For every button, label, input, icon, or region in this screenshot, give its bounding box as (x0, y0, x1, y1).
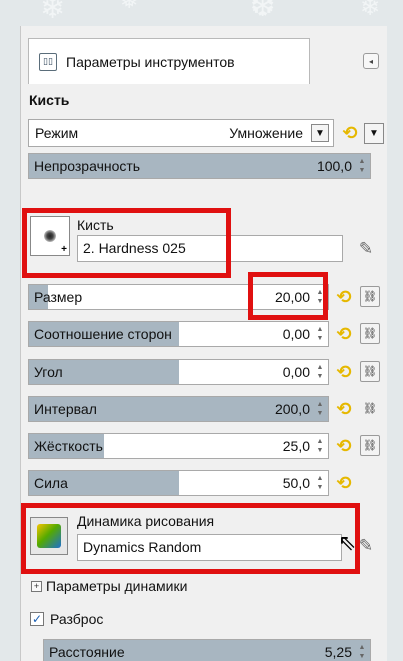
opacity-label: Непрозрачность (34, 158, 141, 174)
opacity-value: 100,0 (316, 158, 352, 174)
reset-aspect-icon[interactable]: ⟲ (334, 324, 354, 344)
spin-arrows-icon[interactable]: ▲ ▼ (314, 400, 326, 418)
chevron-down-icon[interactable]: ▼ (311, 124, 329, 142)
size-label: Размер (34, 289, 83, 305)
hardness-value: 25,0 (282, 438, 310, 454)
spin-arrows-icon[interactable]: ▲ ▼ (314, 437, 326, 455)
link-dynamics-icon[interactable]: ⛓ (360, 286, 380, 307)
scatter-checkbox[interactable]: ✓ Разброс (30, 611, 103, 627)
snowflake-decoration: ❅ (120, 0, 139, 13)
snowflake-decoration: ❆ (250, 0, 276, 23)
reset-mode-icon[interactable]: ⟲ (340, 123, 360, 143)
tab-title: Параметры инструментов (66, 53, 235, 70)
force-slider[interactable]: Сила 50,0 ▲ ▼ (28, 470, 329, 496)
reset-force-icon[interactable]: ⟲ (334, 473, 354, 493)
expand-plus-icon: + (31, 580, 42, 592)
snowflake-decoration: ❄ (40, 0, 66, 25)
opacity-slider[interactable]: Непрозрачность 100,0 ▲ ▼ (28, 153, 371, 179)
aspect-value: 0,00 (282, 326, 310, 342)
dynamics-highlight-box (21, 503, 360, 574)
spin-arrows-icon[interactable]: ▲ ▼ (356, 643, 368, 661)
link-dynamics-icon[interactable]: ⛓ (360, 398, 380, 419)
aspect-label: Соотношение сторон (34, 326, 172, 342)
options-body: Кисть Режим Умножение ▼ ⟲ ▼ Непрозрачнос… (20, 84, 387, 661)
link-dynamics-icon[interactable]: ⛓ (360, 361, 380, 382)
panel-menu-icon[interactable]: ◂ (363, 53, 379, 69)
reset-angle-icon[interactable]: ⟲ (334, 362, 354, 382)
spin-arrows-icon[interactable]: ▲ ▼ (314, 474, 326, 492)
scatter-distance-slider[interactable]: Расстояние 5,25 ▲ ▼ (43, 639, 371, 661)
spin-arrows-icon[interactable]: ▲ ▼ (314, 325, 326, 343)
angle-value: 0,00 (282, 364, 310, 380)
force-value: 50,0 (282, 475, 310, 491)
spin-arrows-icon[interactable]: ▲ ▼ (356, 157, 368, 175)
link-dynamics-icon[interactable]: ⛓ (360, 435, 380, 456)
tool-options-icon: ▯▯ (39, 52, 57, 71)
reset-hardness-icon[interactable]: ⟲ (334, 436, 354, 456)
spin-arrows-icon[interactable]: ▲ ▼ (314, 363, 326, 381)
tab-tool-options[interactable]: ▯▯ Параметры инструментов (28, 38, 310, 84)
mode-label: Режим (35, 125, 79, 141)
snowflake-decoration: ❄ (360, 0, 381, 21)
aspect-ratio-slider[interactable]: Соотношение сторон 0,00 ▲ ▼ (28, 321, 329, 347)
scatter-label: Разброс (50, 611, 104, 627)
checkmark-icon: ✓ (30, 612, 44, 626)
distance-label: Расстояние (49, 644, 125, 660)
force-label: Сила (34, 475, 68, 491)
brush-highlight-box (22, 208, 231, 278)
spin-arrows-icon[interactable]: ▲ ▼ (314, 288, 326, 306)
angle-label: Угол (34, 364, 63, 380)
hardness-label: Жёсткость (34, 438, 103, 454)
angle-slider[interactable]: Угол 0,00 ▲ ▼ (28, 359, 329, 385)
link-dynamics-icon[interactable]: ⛓ (360, 323, 380, 344)
spacing-label: Интервал (34, 401, 97, 417)
mode-value: Умножение (229, 125, 303, 141)
dynamics-options-label: Параметры динамики (46, 578, 188, 594)
brush-section-heading: Кисть (29, 92, 70, 108)
mode-menu-chevron-down-icon[interactable]: ▼ (364, 123, 384, 144)
mode-combo[interactable]: Режим Умножение ▼ (28, 119, 334, 147)
edit-brush-icon[interactable]: ✎ (356, 239, 376, 259)
reset-size-icon[interactable]: ⟲ (334, 287, 354, 307)
size-value: 20,00 (274, 289, 310, 305)
reset-spacing-icon[interactable]: ⟲ (334, 399, 354, 419)
spacing-value: 200,0 (274, 401, 310, 417)
dynamics-options-expander[interactable]: + Параметры динамики (31, 578, 187, 594)
distance-value: 5,25 (324, 644, 352, 660)
tool-options-panel: ▯▯ Параметры инструментов ◂ Кисть Режим … (20, 26, 387, 661)
spacing-slider[interactable]: Интервал 200,0 ▲ ▼ (28, 396, 329, 422)
hardness-slider[interactable]: Жёсткость 25,0 ▲ ▼ (28, 433, 329, 459)
